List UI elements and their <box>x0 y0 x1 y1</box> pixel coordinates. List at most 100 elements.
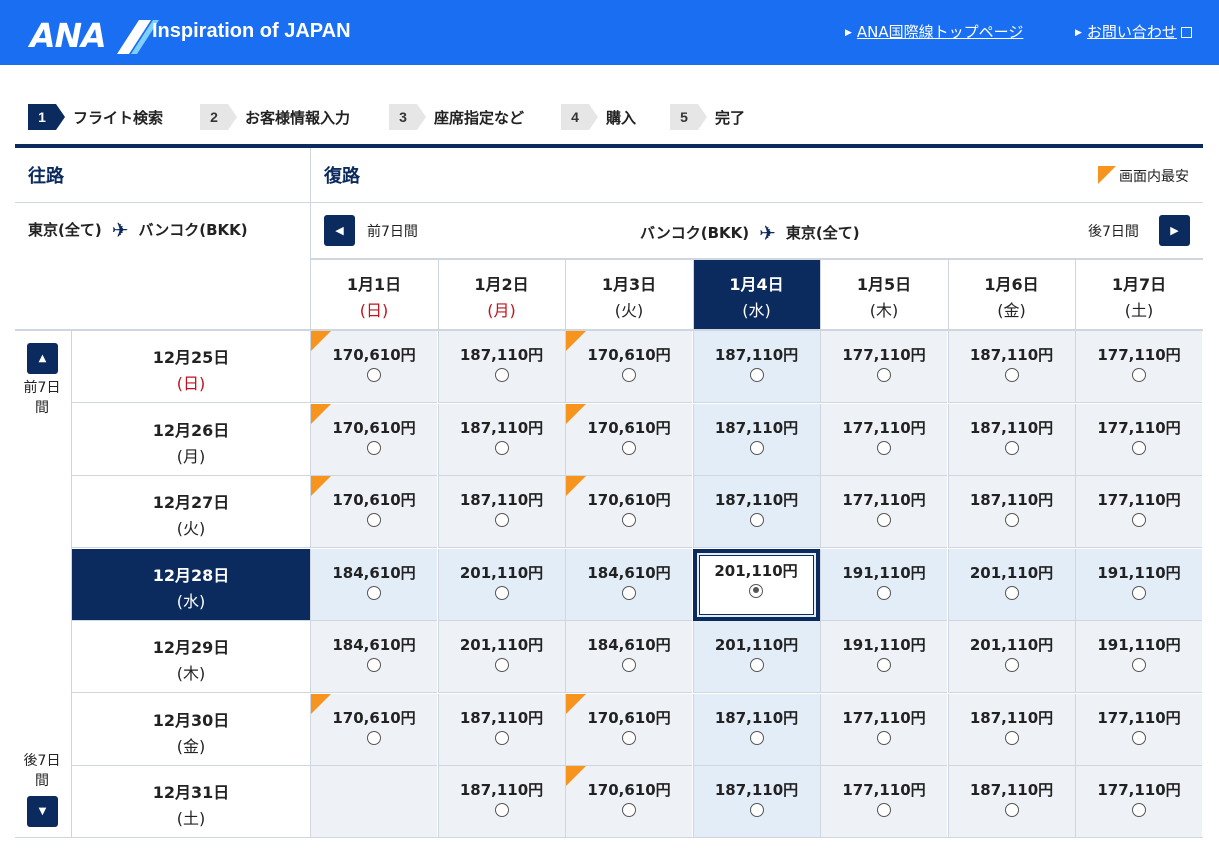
fare-radio[interactable] <box>749 440 764 455</box>
fare-radio[interactable] <box>367 585 381 600</box>
fare-radio[interactable] <box>877 368 891 382</box>
fare-radio[interactable] <box>622 440 636 455</box>
fare-radio[interactable] <box>1004 513 1019 527</box>
fare-cell[interactable]: 201,110円 <box>692 621 820 693</box>
return-next-week-label[interactable]: 後7日間 <box>1088 221 1139 241</box>
fare-cell[interactable]: 201,110円 <box>692 548 820 621</box>
fare-cell[interactable]: 201,110円 <box>947 621 1075 693</box>
fare-radio[interactable] <box>877 585 891 600</box>
fare-cell[interactable]: 177,110円 <box>820 331 947 403</box>
fare-radio[interactable] <box>1132 440 1146 455</box>
fare-radio[interactable] <box>749 730 764 745</box>
fare-cell[interactable]: 177,110円 <box>1075 403 1202 476</box>
fare-radio[interactable] <box>1132 585 1146 600</box>
ana-logo[interactable]: ANA <box>15 9 159 55</box>
fare-radio[interactable] <box>494 513 509 527</box>
fare-radio[interactable] <box>494 368 509 382</box>
fare-cell[interactable]: 177,110円 <box>820 476 947 548</box>
fare-cell[interactable]: 184,610円 <box>310 621 437 693</box>
fare-radio[interactable] <box>1004 803 1019 817</box>
fare-radio[interactable] <box>367 513 381 527</box>
fare-cell[interactable]: 201,110円 <box>437 548 565 621</box>
fare-radio[interactable] <box>1004 368 1019 382</box>
fare-radio[interactable] <box>494 658 509 672</box>
fare-cell[interactable]: 170,610円 <box>565 403 692 476</box>
outbound-next-week-button[interactable]: ▼ <box>27 796 58 827</box>
fare-cell[interactable]: 170,610円 <box>310 476 437 548</box>
fare-cell[interactable]: 191,110円 <box>820 621 947 693</box>
fare-radio[interactable] <box>1004 440 1019 455</box>
fare-cell[interactable]: 201,110円 <box>947 548 1075 621</box>
fare-radio[interactable] <box>877 440 891 455</box>
fare-radio[interactable] <box>622 368 636 382</box>
return-prev-week-button[interactable]: ◀ <box>324 215 355 246</box>
fare-radio[interactable] <box>622 803 636 817</box>
contact-link[interactable]: ▶ お問い合わせ <box>1075 21 1192 42</box>
fare-cell[interactable]: 187,110円 <box>437 476 565 548</box>
fare-radio[interactable] <box>1132 658 1146 672</box>
fare-cell[interactable]: 170,610円 <box>310 693 437 766</box>
fare-radio[interactable] <box>622 730 636 745</box>
fare-cell[interactable]: 170,610円 <box>310 403 437 476</box>
fare-cell[interactable]: 187,110円 <box>437 403 565 476</box>
fare-cell[interactable]: 170,610円 <box>565 766 692 838</box>
fare-cell[interactable]: 187,110円 <box>947 331 1075 403</box>
fare-cell[interactable]: 177,110円 <box>1075 331 1202 403</box>
fare-cell[interactable]: 191,110円 <box>820 548 947 621</box>
fare-cell[interactable]: 191,110円 <box>1075 621 1202 693</box>
fare-cell[interactable]: 187,110円 <box>692 476 820 548</box>
fare-radio[interactable] <box>367 658 381 672</box>
fare-cell[interactable]: 201,110円 <box>437 621 565 693</box>
fare-cell[interactable]: 177,110円 <box>820 693 947 766</box>
fare-radio[interactable] <box>749 513 764 527</box>
fare-cell[interactable]: 177,110円 <box>820 766 947 838</box>
return-prev-week-label[interactable]: 前7日間 <box>367 221 418 241</box>
fare-radio[interactable] <box>749 368 764 382</box>
fare-radio[interactable] <box>622 585 636 600</box>
fare-radio[interactable] <box>1004 730 1019 745</box>
fare-radio[interactable] <box>749 803 764 817</box>
fare-radio[interactable] <box>494 440 509 455</box>
fare-cell[interactable]: 184,610円 <box>565 621 692 693</box>
fare-radio[interactable] <box>1132 803 1146 817</box>
fare-cell[interactable]: 187,110円 <box>692 766 820 838</box>
fare-cell[interactable]: 170,610円 <box>565 331 692 403</box>
return-next-week-button[interactable]: ▶ <box>1159 215 1190 246</box>
fare-cell[interactable]: 177,110円 <box>1075 766 1202 838</box>
fare-radio[interactable] <box>494 585 509 600</box>
fare-cell[interactable]: 187,110円 <box>947 766 1075 838</box>
fare-radio[interactable] <box>877 803 891 817</box>
fare-cell[interactable]: 187,110円 <box>692 331 820 403</box>
fare-radio[interactable] <box>494 803 509 817</box>
fare-cell[interactable]: 191,110円 <box>1075 548 1202 621</box>
fare-radio[interactable] <box>749 583 763 598</box>
outbound-prev-week-label[interactable]: 前7日間 <box>19 378 65 418</box>
fare-radio[interactable] <box>494 730 509 745</box>
fare-radio[interactable] <box>1132 730 1146 745</box>
fare-cell[interactable]: 177,110円 <box>1075 476 1202 548</box>
fare-cell[interactable]: 187,110円 <box>947 476 1075 548</box>
fare-cell[interactable]: 170,610円 <box>565 476 692 548</box>
fare-radio[interactable] <box>367 440 381 455</box>
fare-cell[interactable]: 170,610円 <box>565 693 692 766</box>
fare-radio[interactable] <box>1132 368 1146 382</box>
fare-cell[interactable]: 170,610円 <box>310 331 437 403</box>
fare-radio[interactable] <box>877 658 891 672</box>
fare-radio[interactable] <box>749 658 764 672</box>
fare-cell[interactable]: 184,610円 <box>310 548 437 621</box>
fare-cell[interactable]: 187,110円 <box>692 403 820 476</box>
fare-radio[interactable] <box>877 730 891 745</box>
fare-cell[interactable]: 187,110円 <box>692 693 820 766</box>
outbound-next-week-label[interactable]: 後7日間 <box>19 751 65 791</box>
fare-cell[interactable]: 187,110円 <box>947 403 1075 476</box>
fare-cell[interactable]: 187,110円 <box>947 693 1075 766</box>
fare-radio[interactable] <box>622 658 636 672</box>
fare-radio[interactable] <box>367 730 381 745</box>
fare-cell[interactable]: 187,110円 <box>437 331 565 403</box>
fare-radio[interactable] <box>1132 513 1146 527</box>
ana-international-top-link[interactable]: ▶ ANA国際線トップページ <box>845 21 1023 42</box>
fare-radio[interactable] <box>1004 658 1019 672</box>
fare-radio[interactable] <box>1004 585 1019 600</box>
fare-cell[interactable]: 187,110円 <box>437 766 565 838</box>
outbound-prev-week-button[interactable]: ▲ <box>27 343 58 374</box>
